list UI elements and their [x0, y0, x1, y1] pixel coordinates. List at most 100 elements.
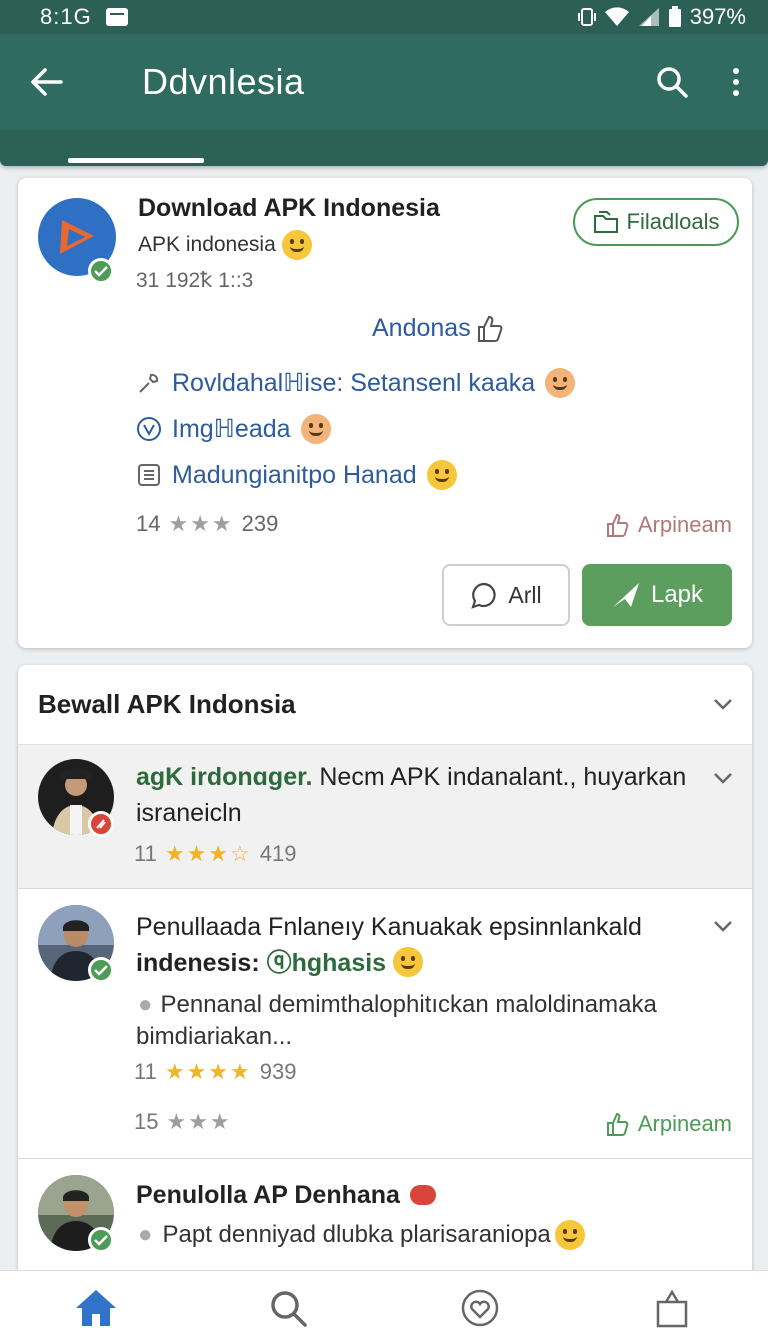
wifi-icon [604, 7, 629, 27]
verified-badge [88, 811, 114, 837]
rating-count: 14 [136, 511, 161, 536]
status-time: 8:1G [40, 4, 92, 29]
rocket-icon [96, 819, 106, 829]
all-comments-button[interactable]: Arll [442, 564, 570, 626]
notification-icon [105, 8, 128, 26]
premium-link[interactable]: Arpineam [606, 512, 732, 538]
search-icon [657, 67, 688, 98]
feature-label-2: Imgℍeada [172, 415, 291, 443]
back-arrow-icon [31, 68, 63, 96]
bottom-navigation [0, 1270, 768, 1344]
review-body: ● Pennanal demimthalophitıckan maloldinam… [136, 989, 696, 1053]
review-author: agK irdonɑɡer. [136, 763, 313, 791]
nav-favorites[interactable] [384, 1271, 576, 1344]
verified-badge [88, 258, 114, 284]
rating-count: 11 [134, 1059, 157, 1084]
chat-bubble-icon [471, 582, 496, 609]
rating-stars: ★★★☆ [164, 841, 252, 866]
nav-search[interactable] [192, 1271, 384, 1344]
rating-extra: 939 [259, 1059, 297, 1084]
list-icon [136, 462, 162, 488]
chevron-down-icon[interactable] [712, 915, 734, 937]
review-rating-secondary: 15 ★★★ [134, 1109, 232, 1135]
smile-emoji-icon [281, 230, 312, 260]
bullet-icon: ● [138, 1221, 153, 1248]
check-icon [94, 1235, 108, 1246]
home-icon [76, 1289, 116, 1326]
review-rating: 11 ★★★★ 939 [134, 1059, 296, 1085]
rating-extra: 239 [241, 511, 279, 536]
smile-emoji-icon [545, 368, 576, 398]
download-button[interactable]: Lapk [582, 564, 732, 626]
battery-percent: 397% [689, 4, 746, 29]
nav-home[interactable] [0, 1271, 192, 1344]
feature-label-3: Madungianitpo Hanad [172, 460, 417, 489]
app-subtitle: APK indonesia [138, 230, 312, 260]
app-bar: Ddvnlesia [0, 34, 768, 130]
all-button-label: Arll [508, 581, 542, 608]
review-title-line1: Penullaada Fnlaneıy Kanuakak epsinnlanka… [136, 913, 642, 941]
review-body-text: Pennanal demimthalophitıckan maloldinama… [136, 991, 657, 1050]
feature-row-1[interactable]: Rovldahalℍise: Setansenl kaaka [136, 368, 576, 398]
status-bar: 8:1G 397% [0, 0, 768, 34]
smile-emoji-icon [426, 460, 457, 490]
verified-badge [88, 957, 114, 983]
tab-indicator [68, 158, 204, 163]
app-card: Download APK Indonesia APK indonesia 31 … [18, 178, 752, 648]
verified-badge [88, 1227, 114, 1253]
smile-emoji-icon [300, 414, 331, 444]
check-icon [94, 266, 108, 277]
search-button[interactable] [640, 34, 704, 130]
bag-icon [656, 1289, 688, 1327]
tab-strip[interactable] [0, 130, 768, 166]
android-link[interactable]: Andonas [372, 314, 503, 343]
android-label: Andonas [372, 314, 471, 342]
shield-icon [136, 416, 162, 442]
download-button-label: Lapk [650, 581, 704, 608]
app-title: Download APK Indonesia [138, 194, 440, 222]
send-icon [612, 583, 639, 607]
rating-extra: 419 [259, 841, 297, 866]
live-badge-icon [409, 1185, 436, 1205]
review-item[interactable]: Penulolla AP Denhana ● Papt denniyad dlu… [18, 1159, 752, 1285]
signal-icon [638, 8, 659, 26]
battery-icon [668, 6, 681, 27]
app-meta: 31 192ꝁ 1::3 [136, 269, 254, 292]
rating-stars: ★★★★ [164, 1059, 252, 1084]
wrench-icon [136, 370, 162, 396]
review-body: ● Papt denniyad dlubka plarisaraniopa [136, 1219, 716, 1251]
heart-icon [461, 1289, 499, 1326]
nav-bag[interactable] [576, 1271, 768, 1344]
play-arrow-icon [60, 220, 94, 254]
feature-row-3[interactable]: Madungianitpo Hanad [136, 460, 457, 490]
review-rating: 11 ★★★☆ 419 [134, 841, 296, 867]
check-icon [94, 965, 108, 976]
search-icon [271, 1290, 307, 1327]
overflow-menu-button[interactable] [704, 34, 768, 130]
files-button-label: Filadloals [626, 209, 720, 234]
premium-link[interactable]: Arpineam [606, 1111, 732, 1137]
thumbs-up-icon [477, 315, 503, 342]
review-item[interactable]: agK irdonɑɡer. Necm APK indanalant., huy… [18, 745, 752, 889]
back-button[interactable] [0, 34, 92, 130]
rating-stars: ★★★ [168, 511, 234, 536]
review-title: agK irdonɑɡer. Necm APK indanalant., huy… [136, 759, 716, 831]
smile-emoji-icon [393, 947, 424, 977]
files-button[interactable]: Filadloals [573, 198, 739, 246]
feature-row-2[interactable]: Imgℍeada [136, 414, 331, 444]
reviews-header[interactable]: Bewall APK Indonsia [18, 665, 752, 745]
review-handle: ⓠhghasis [266, 949, 387, 977]
hand-pointer-icon [606, 1112, 629, 1136]
reviews-title: Bewall APK Indonsia [38, 689, 296, 719]
vibrate-icon [577, 8, 596, 26]
app-subtitle-text: APK indonesia [138, 233, 276, 256]
review-title-line2: indenesis: [136, 949, 260, 977]
bullet-icon: ● [138, 991, 153, 1018]
reviews-card: Bewall APK Indonsia agK irdonɑɡer. Necm … [18, 665, 752, 1285]
folder-icon [593, 211, 618, 233]
smile-emoji-icon [554, 1220, 585, 1250]
chevron-down-icon[interactable] [712, 767, 734, 789]
review-item[interactable]: Penullaada Fnlaneıy Kanuakak epsinnlanka… [18, 889, 752, 1159]
page-title: Ddvnlesia [142, 61, 305, 102]
review-title: Penullaada Fnlaneıy Kanuakak epsinnlanka… [136, 909, 706, 981]
